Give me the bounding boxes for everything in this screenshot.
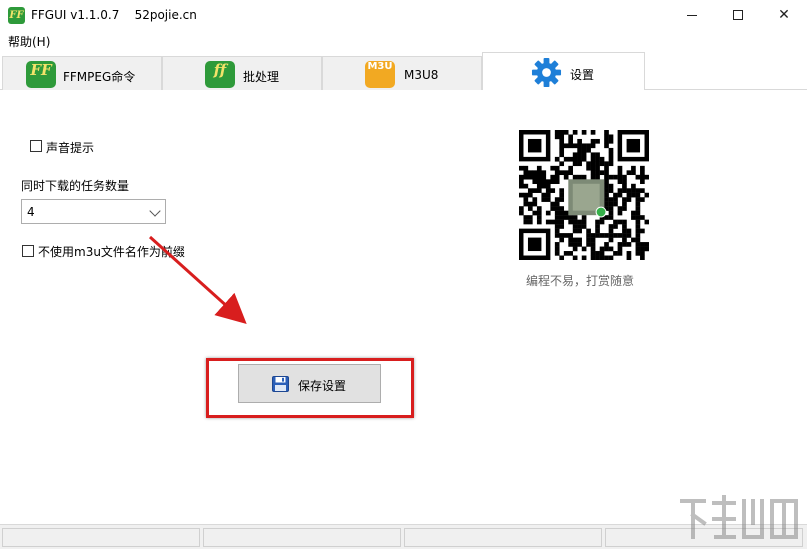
tab-batch-label: 批处理: [243, 70, 280, 84]
tab-settings-label: 设置: [570, 68, 595, 82]
minimize-button[interactable]: [669, 0, 715, 30]
tab-batch[interactable]: ff 批处理: [162, 56, 322, 90]
ff-logo-icon: FF: [26, 61, 56, 88]
settings-panel: [1, 90, 806, 524]
maximize-icon: [733, 10, 743, 20]
tab-m3u8-label: M3U8: [404, 68, 439, 82]
sound-prompt-checkbox[interactable]: [30, 140, 42, 152]
status-panel-2: [203, 528, 401, 547]
tab-m3u8[interactable]: M3U M3U8: [322, 56, 482, 90]
tab-ffmpeg-label: FFMPEG命令: [63, 70, 136, 84]
concurrent-tasks-label: 同时下载的任务数量: [21, 179, 130, 193]
title-bar: FF FFGUI v1.1.0.7 52pojie.cn ✕: [0, 0, 807, 30]
gear-icon: [531, 57, 562, 88]
annotation-highlight-box: [206, 358, 414, 418]
qr-code-icon: [519, 130, 650, 261]
window-title: FFGUI v1.1.0.7 52pojie.cn: [31, 8, 197, 22]
no-m3u-prefix-label: 不使用m3u文件名作为前缀: [38, 245, 185, 259]
status-panel-1: [2, 528, 200, 547]
concurrent-tasks-value: 4: [27, 205, 35, 219]
minimize-icon: [687, 14, 697, 16]
close-icon: ✕: [778, 7, 790, 23]
close-button[interactable]: ✕: [761, 0, 807, 30]
status-panel-3: [404, 528, 602, 547]
menu-help[interactable]: 帮助(H): [8, 33, 50, 50]
tab-ffmpeg[interactable]: FF FFMPEG命令: [2, 56, 162, 90]
sound-prompt-label: 声音提示: [46, 141, 95, 155]
m3u-icon: M3U: [365, 61, 395, 88]
chevron-down-icon: [149, 205, 161, 217]
donation-qr-code: [519, 130, 650, 261]
concurrent-tasks-select[interactable]: 4: [21, 199, 166, 224]
tab-strip: FF FFMPEG命令 ff 批处理 M3U M3U8 设置: [0, 52, 807, 91]
tab-settings[interactable]: 设置: [482, 52, 645, 91]
ff-logo-icon: ff: [205, 61, 235, 88]
watermark-logo-icon: [680, 495, 798, 539]
maximize-button[interactable]: [715, 0, 761, 30]
app-logo-icon: FF: [8, 7, 25, 24]
menu-bar: 帮助(H): [0, 30, 807, 50]
no-m3u-prefix-checkbox[interactable]: [22, 245, 34, 257]
qr-caption: 编程不易，打赏随意: [526, 274, 635, 288]
